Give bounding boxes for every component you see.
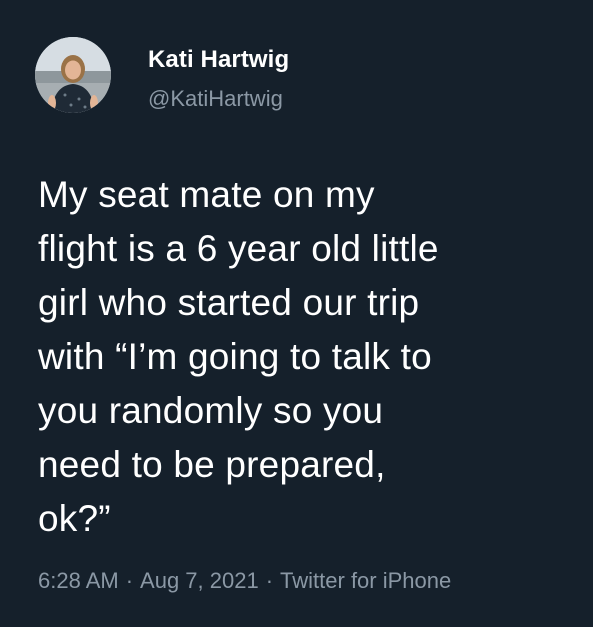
tweet-text: My seat mate on my flight is a 6 year ol… <box>38 174 439 539</box>
tweet-source[interactable]: Twitter for iPhone <box>280 568 451 593</box>
display-name[interactable]: Kati Hartwig <box>148 46 289 74</box>
tweet-meta: 6:28 AM · Aug 7, 2021 · Twitter for iPhone <box>38 568 451 594</box>
profile-photo-icon <box>35 37 111 113</box>
tweet-date[interactable]: Aug 7, 2021 <box>140 568 259 593</box>
user-handle[interactable]: @KatiHartwig <box>148 86 283 112</box>
tweet-card: Kati Hartwig @KatiHartwig My seat mate o… <box>0 0 593 627</box>
avatar[interactable] <box>35 37 111 113</box>
meta-separator: · <box>125 568 134 593</box>
tweet-time[interactable]: 6:28 AM <box>38 568 119 593</box>
meta-separator: · <box>265 568 274 593</box>
